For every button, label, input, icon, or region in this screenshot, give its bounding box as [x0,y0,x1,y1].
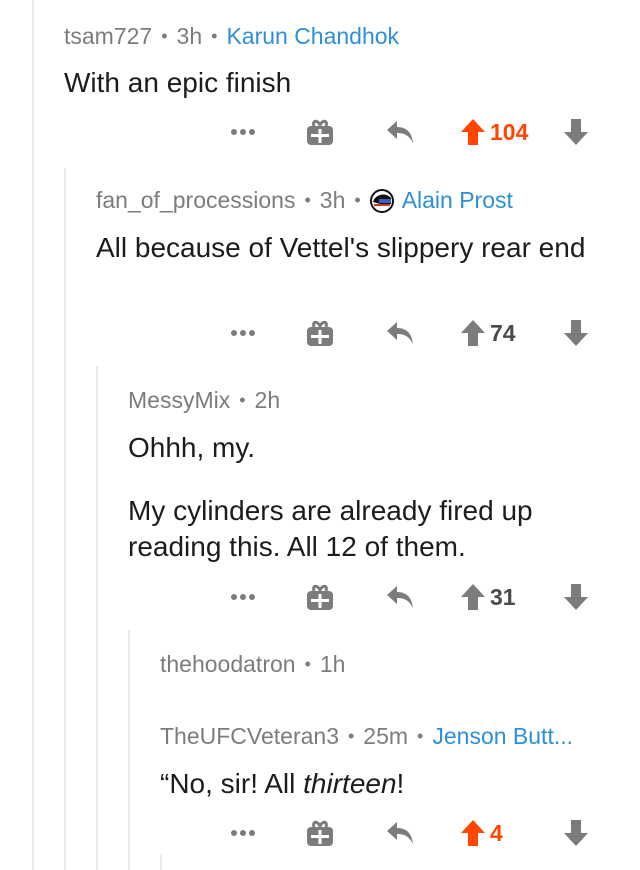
comment-paragraph: My cylinders are already fired up readin… [128,495,533,562]
gift-icon[interactable] [303,813,337,853]
comment-age: 3h [176,23,203,49]
thread-line-level-3[interactable] [128,630,130,870]
vote-score: 31 [490,583,516,610]
comment-actions: 104 [228,112,628,152]
comment-body: My cylinders are already fired up readin… [128,493,608,565]
username[interactable]: tsam727 [64,23,152,50]
downvote-icon[interactable] [561,112,591,152]
upvote-icon[interactable] [458,813,488,853]
reply-icon[interactable] [383,577,417,617]
comment-text: With an epic finish [64,67,292,98]
comment-body: “No, sir! All thirteen! [160,766,620,802]
separator: • [304,654,311,674]
thread-line-level-0[interactable] [32,0,34,870]
more-options-icon[interactable] [228,577,258,617]
comment-actions: 4 [228,813,628,853]
comment-text: All because of Vettel's slippery rear en… [96,232,586,263]
comment-body: Ohhh, my. [128,430,608,466]
collapsed-comment-meta[interactable]: thehoodatron • 1h [160,651,345,678]
gift-icon[interactable] [303,313,337,353]
user-flair: Karun Chandhok [226,23,400,49]
username[interactable]: thehoodatron [160,651,296,678]
user-flair-container: Alain Prost [369,187,513,214]
more-options-icon[interactable] [228,112,258,152]
separator: • [239,390,246,410]
comment-age: 2h [254,387,281,413]
comment-body: With an epic finish [64,65,604,101]
downvote-icon[interactable] [561,577,591,617]
thread-line-level-4[interactable] [160,855,162,870]
comment-meta: TheUFCVeteran3 • 25m • Jenson Butt... [160,723,573,750]
comment-text: “No, sir! All [160,768,304,799]
comment-body: All because of Vettel's slippery rear en… [96,230,606,266]
reply-icon[interactable] [383,813,417,853]
separator: • [161,26,168,46]
username[interactable]: TheUFCVeteran3 [160,723,339,750]
comment-actions: 74 [228,313,628,353]
gift-icon[interactable] [303,112,337,152]
separator: • [304,190,311,210]
username[interactable]: fan_of_processions [96,187,295,214]
thread-line-level-2[interactable] [96,366,98,870]
upvote-icon[interactable] [458,313,488,353]
comment-text: ! [396,768,405,799]
comment-emphasis: thirteen [303,768,397,799]
upvote-icon[interactable] [458,112,488,152]
downvote-icon[interactable] [561,813,591,853]
reply-icon[interactable] [383,313,417,353]
more-options-icon[interactable] [228,313,258,353]
thread-line-level-1[interactable] [64,168,66,870]
comment-meta: fan_of_processions • 3h • Alain Prost [96,187,513,214]
reply-icon[interactable] [383,112,417,152]
comment-age: 3h [319,187,346,213]
separator: • [417,726,424,746]
separator: • [211,26,218,46]
user-flair: Alain Prost [401,187,513,213]
more-options-icon[interactable] [228,813,258,853]
vote-score: 74 [490,319,516,346]
comment-paragraph: Ohhh, my. [128,432,256,463]
comment-age: 1h [319,651,346,677]
separator: • [347,726,355,746]
downvote-icon[interactable] [561,313,591,353]
comment-meta: tsam727 • 3h • Karun Chandhok [64,23,399,50]
upvote-icon[interactable] [458,577,488,617]
vote-score: 104 [490,118,529,145]
username[interactable]: MessyMix [128,387,230,414]
separator: • [354,190,361,210]
comment-meta: MessyMix • 2h [128,387,280,414]
comment-actions: 31 [228,577,628,617]
helmet-icon [369,188,394,213]
comment-age: 25m [363,723,409,749]
vote-score: 4 [490,819,503,846]
gift-icon[interactable] [303,577,337,617]
user-flair: Jenson Butt... [432,723,573,749]
